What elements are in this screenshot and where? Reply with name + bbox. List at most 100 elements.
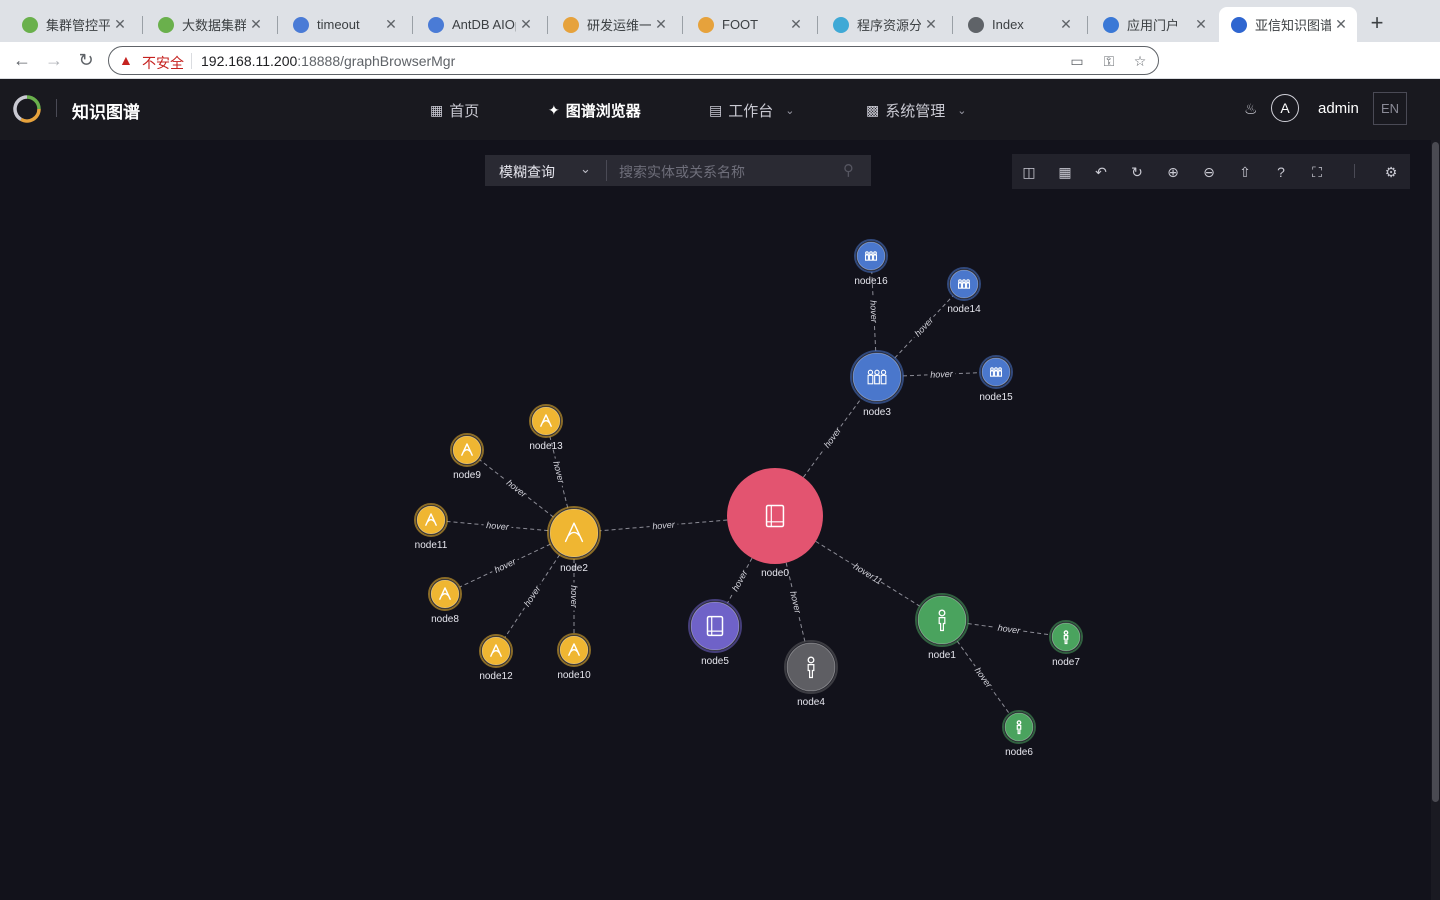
graph-node-node3[interactable] (850, 350, 904, 404)
node-label: node9 (453, 470, 481, 481)
graph-node-node16[interactable] (854, 239, 888, 273)
graph-toolbar: ◫ ▦ ↶ ↻ ⊕ ⊖ ⇧ ? ⛶ ⚙ (1012, 154, 1410, 189)
layout-icon[interactable]: ◫ (1020, 163, 1038, 181)
node-label: node3 (863, 407, 891, 418)
key-icon[interactable]: ⚿ (1100, 53, 1118, 70)
user-avatar[interactable]: A (1271, 94, 1299, 122)
chevron-down-icon[interactable]: ⌄ (580, 161, 591, 177)
fullscreen-icon[interactable]: ⛶ (1308, 163, 1326, 181)
node-label: node1 (928, 650, 956, 661)
graph-node-node12[interactable] (479, 634, 513, 668)
refresh-icon[interactable]: ↻ (1128, 163, 1146, 181)
search-icon[interactable]: ⚲ (843, 161, 854, 179)
graph-node-node10[interactable] (557, 633, 591, 667)
nav-system[interactable]: ▩ 系统管理 ⌄ (866, 100, 966, 121)
table-icon[interactable]: ▦ (1056, 163, 1074, 181)
url-path: :18888/graphBrowserMgr (297, 53, 456, 69)
reload-icon[interactable]: ↻ (76, 50, 96, 70)
graph-node-node8[interactable] (428, 577, 462, 611)
divider (191, 53, 192, 69)
back-icon[interactable]: ← (12, 50, 32, 70)
nav-workbench[interactable]: ▤ 工作台 ⌄ (709, 100, 794, 121)
browser-tab[interactable]: 大数据集群渠✕ (146, 7, 272, 42)
nav-home[interactable]: ▦ 首页 (430, 100, 479, 121)
username[interactable]: admin (1318, 100, 1359, 117)
browser-tab[interactable]: 研发运维一体✕ (551, 7, 677, 42)
help-icon[interactable]: ? (1272, 163, 1290, 181)
graph-node-node13[interactable] (529, 404, 563, 438)
tab-favicon-icon (22, 16, 38, 33)
tab-close-icon[interactable]: ✕ (651, 16, 671, 33)
node-label: node15 (979, 392, 1013, 403)
tab-close-icon[interactable]: ✕ (1056, 16, 1076, 33)
tab-close-icon[interactable]: ✕ (1191, 16, 1211, 33)
graph-node-node7[interactable] (1049, 620, 1083, 654)
tab-title: 研发运维一体 (587, 18, 651, 33)
node-label: node2 (560, 563, 588, 574)
bookmark-star-icon[interactable]: ☆ (1131, 53, 1149, 70)
graph-node-node14[interactable] (947, 267, 981, 301)
browser-tab[interactable]: 程序资源分析✕ (821, 7, 947, 42)
nav-system-label: 系统管理 (885, 103, 946, 120)
tab-close-icon[interactable]: ✕ (381, 16, 401, 33)
tab-close-icon[interactable]: ✕ (110, 16, 130, 33)
graph-node-node5[interactable] (688, 599, 742, 653)
graph-node-node0[interactable] (727, 468, 823, 564)
search-input[interactable]: 搜索实体或关系名称 (619, 162, 745, 182)
header-divider (56, 99, 57, 117)
graph-node-node2[interactable] (547, 506, 601, 560)
new-tab-button[interactable]: + (1366, 10, 1388, 36)
tab-close-icon[interactable]: ✕ (921, 16, 941, 33)
tab-favicon-icon (833, 16, 849, 33)
tab-close-icon[interactable]: ✕ (786, 16, 806, 33)
edge-label: hover (652, 519, 676, 531)
graph-node-node11[interactable] (414, 503, 448, 537)
tab-favicon-icon (293, 16, 309, 33)
graph-canvas[interactable]: hover hover hover11 hover hover hover hover hov… (0, 140, 1440, 900)
browser-tab[interactable]: AntDB AIOp ✕ (416, 7, 542, 42)
browser-tab[interactable]: 集群管控平台✕ (10, 7, 136, 42)
browser-tab[interactable]: Index ✕ (956, 7, 1082, 42)
edge-label: hover (868, 300, 879, 324)
graph-node-node4[interactable] (784, 640, 838, 694)
dashboard-icon: ▦ (430, 102, 444, 118)
nav-graph-browser[interactable]: ✦ 图谱浏览器 (548, 100, 641, 121)
browser-tab[interactable]: FOOT ✕ (686, 7, 812, 42)
graph-view[interactable]: hover hover hover11 hover hover hover hover hov… (0, 140, 1430, 900)
install-app-icon[interactable]: ▭ (1068, 53, 1086, 70)
insecure-label[interactable]: 不安全 (142, 53, 184, 73)
graph-node-node15[interactable] (979, 355, 1013, 389)
tab-close-icon[interactable]: ✕ (516, 16, 536, 33)
browser-tab[interactable]: 应用门户 ✕ (1091, 7, 1217, 42)
nav-home-label: 首页 (449, 103, 480, 120)
node-label: node11 (415, 540, 448, 551)
tab-separator (817, 16, 818, 34)
browser-tab[interactable]: timeout ✕ (281, 7, 407, 42)
graph-node-node6[interactable] (1002, 710, 1036, 744)
tab-title: 应用门户 (1127, 18, 1180, 33)
zoom-out-icon[interactable]: ⊖ (1200, 163, 1218, 181)
tab-close-icon[interactable]: ✕ (246, 16, 266, 33)
address-bar[interactable]: ▲ 不安全 192.168.11.200:18888/graphBrowserM… (108, 46, 1159, 75)
zoom-in-icon[interactable]: ⊕ (1164, 163, 1182, 181)
language-toggle[interactable]: EN (1373, 92, 1407, 125)
browser-tab[interactable]: 亚信知识图谱 ✕ (1219, 7, 1357, 42)
tab-title: FOOT (722, 17, 759, 32)
search-mode-select[interactable]: 模糊查询 (499, 162, 555, 182)
graph-node-node1[interactable] (915, 593, 969, 647)
tab-favicon-icon (158, 16, 174, 33)
url-text[interactable]: 192.168.11.200:18888/graphBrowserMgr (201, 53, 455, 69)
export-icon[interactable]: ⇧ (1236, 163, 1254, 181)
tab-close-icon[interactable]: ✕ (1331, 16, 1351, 33)
nav-workbench-label: 工作台 (728, 103, 774, 120)
node-label: node4 (797, 697, 825, 708)
scrollbar-thumb[interactable] (1432, 142, 1439, 802)
settings-icon[interactable]: ⚙ (1382, 163, 1400, 181)
edge-label: hover (997, 623, 1022, 636)
bell-icon[interactable]: ♨ (1244, 100, 1257, 118)
graph-node-node9[interactable] (450, 433, 484, 467)
tab-title: Index (992, 17, 1024, 32)
edge-label: hover (486, 520, 510, 532)
forward-icon[interactable]: → (44, 50, 64, 70)
undo-icon[interactable]: ↶ (1092, 163, 1110, 181)
